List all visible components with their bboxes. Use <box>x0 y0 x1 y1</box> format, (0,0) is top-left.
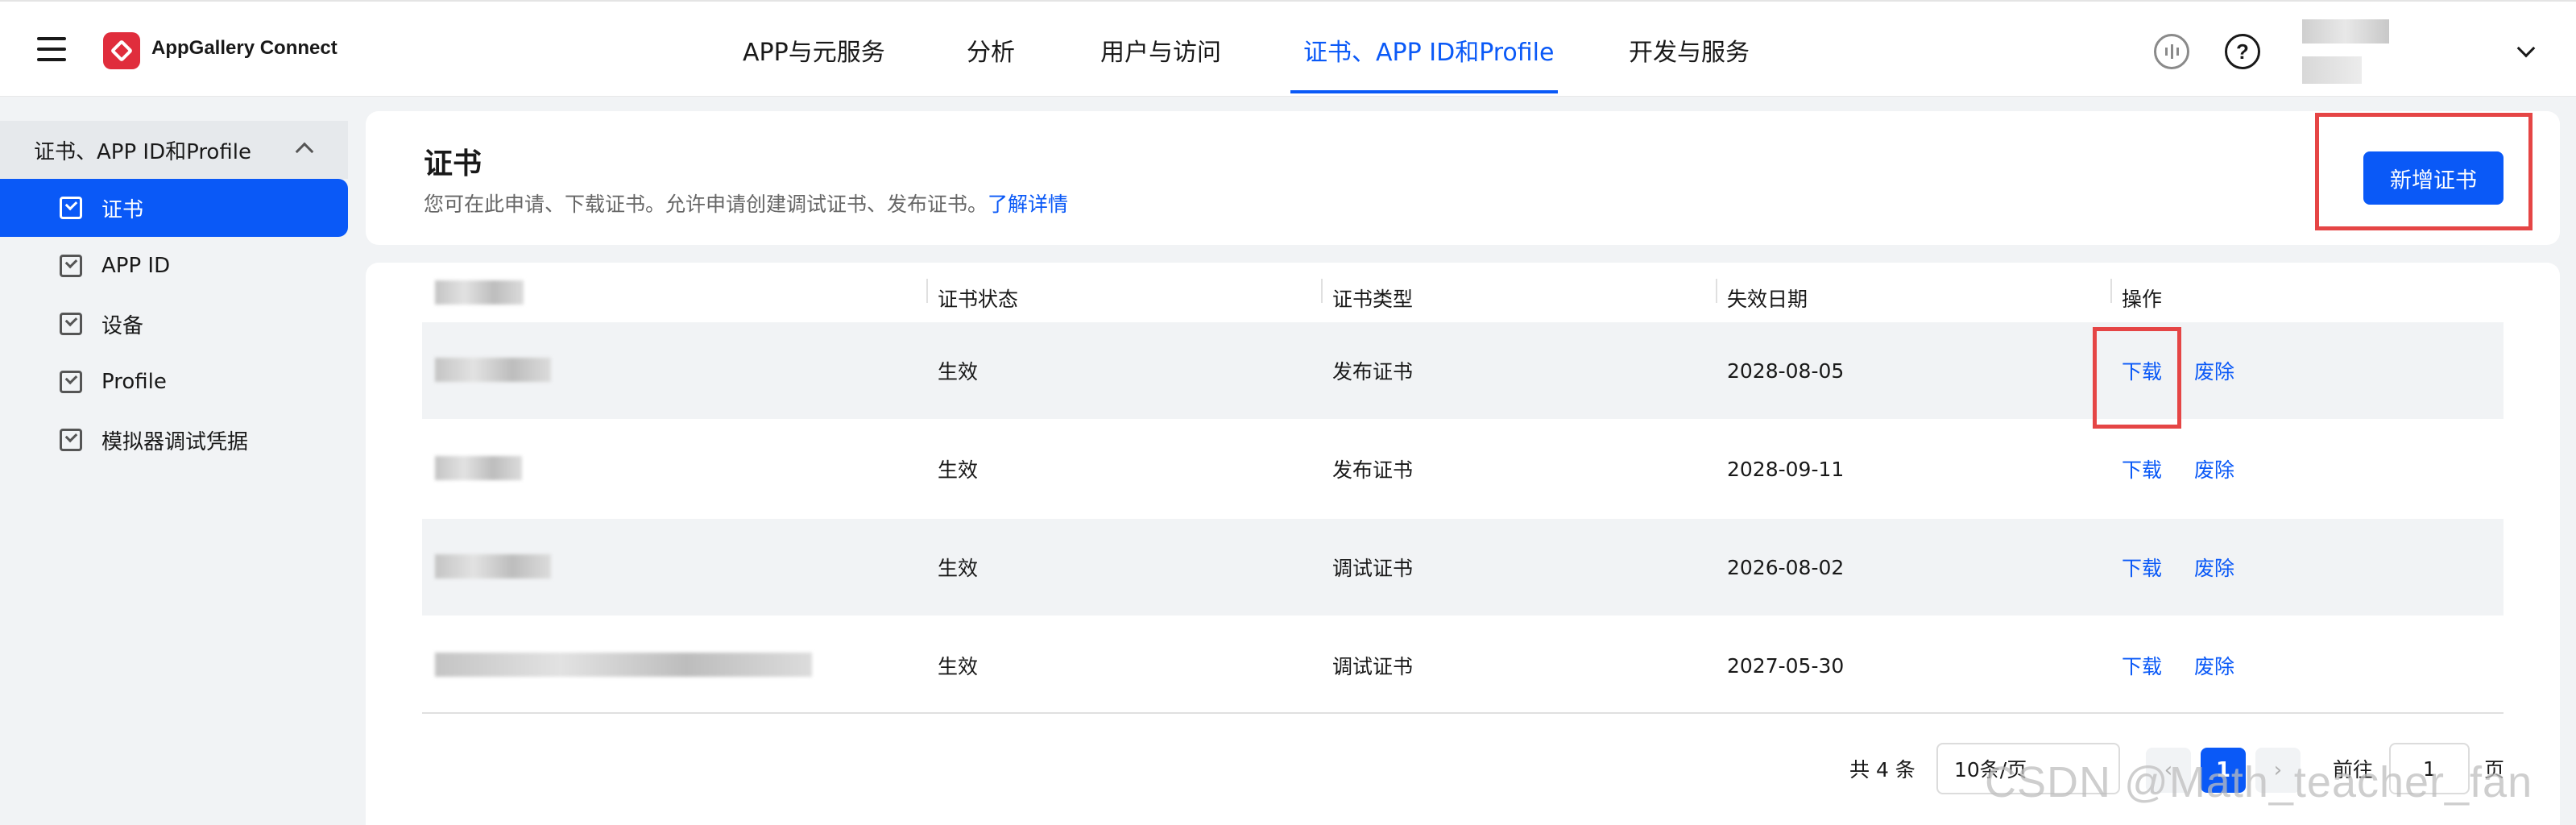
status-cell: 生效 <box>938 557 979 580</box>
column-header-status: 证书状态 <box>938 288 1019 311</box>
type-cell: 调试证书 <box>1332 655 1414 678</box>
download-link[interactable]: 下载 <box>2122 617 2162 714</box>
account-name-blurred[interactable] <box>2302 19 2389 44</box>
brand-name[interactable]: AppGallery Connect <box>151 37 338 60</box>
sidebar-item-label: 模拟器调试凭据 <box>101 429 249 454</box>
page-header-card: 证书 您可在此申请、下载证书。允许申请创建调试证书、发布证书。了解详情 新增证书 <box>366 111 2560 245</box>
status-cell: 生效 <box>938 458 979 482</box>
sidebar: 证书、APP ID和Profile 证书 APP ID 设备 Profile 模… <box>0 121 348 469</box>
certificate-name-blurred <box>435 653 812 677</box>
page-subtitle: 您可在此申请、下载证书。允许申请创建调试证书、发布证书。了解详情 <box>424 189 1068 218</box>
certificate-table: 证书状态 证书类型 失效日期 操作 生效 发布证书 2028-08-05 下载 … <box>366 263 2560 825</box>
help-icon[interactable]: ? <box>2225 34 2260 69</box>
type-cell: 调试证书 <box>1332 557 1414 580</box>
profile-icon <box>60 371 82 393</box>
column-header-type: 证书类型 <box>1332 288 1414 311</box>
table-row: 生效 调试证书 2027-05-30 下载 废除 <box>422 617 2504 714</box>
message-icon[interactable] <box>2154 34 2189 69</box>
column-divider <box>2110 279 2112 303</box>
top-bar: AppGallery Connect APP与元服务 分析 用户与访问 证书、A… <box>0 0 2576 97</box>
account-id-blurred <box>2302 56 2362 84</box>
table-divider <box>422 712 2504 714</box>
column-divider <box>1716 279 1717 303</box>
revoke-link[interactable]: 废除 <box>2194 519 2234 616</box>
appgallery-logo-icon[interactable] <box>103 32 140 69</box>
revoke-link[interactable]: 废除 <box>2194 322 2234 419</box>
column-header-actions: 操作 <box>2122 288 2163 311</box>
page-title: 证书 <box>424 147 482 180</box>
nav-certificates[interactable]: 证书、APP ID和Profile <box>1303 2 1554 98</box>
chevron-up-icon[interactable] <box>295 142 314 161</box>
learn-more-link[interactable]: 了解详情 <box>988 193 1068 216</box>
column-header-blurred <box>435 280 524 305</box>
sidebar-item-emulator-credentials[interactable]: 模拟器调试凭据 <box>0 411 348 469</box>
sidebar-item-devices[interactable]: 设备 <box>0 295 348 353</box>
expiry-cell: 2026-08-02 <box>1727 555 1845 579</box>
download-link[interactable]: 下载 <box>2122 421 2162 517</box>
highlight-box <box>2315 113 2533 230</box>
sidebar-item-certificates[interactable]: 证书 <box>0 179 348 237</box>
certificate-name-blurred <box>435 554 551 578</box>
sidebar-item-label: 设备 <box>101 313 144 338</box>
menu-icon[interactable] <box>37 37 66 61</box>
revoke-link[interactable]: 废除 <box>2194 617 2234 714</box>
sidebar-group-certificates[interactable]: 证书、APP ID和Profile <box>0 121 348 179</box>
column-divider <box>926 279 928 303</box>
nav-users-access[interactable]: 用户与访问 <box>1100 2 1221 98</box>
sidebar-item-label: Profile <box>101 370 167 394</box>
sidebar-item-label: APP ID <box>101 254 171 278</box>
device-icon <box>60 313 82 335</box>
sidebar-group-label: 证书、APP ID和Profile <box>34 139 251 164</box>
column-divider <box>1321 279 1323 303</box>
highlight-box <box>2093 327 2181 429</box>
nav-active-indicator <box>1290 90 1558 93</box>
expiry-cell: 2028-09-11 <box>1727 457 1845 481</box>
type-cell: 发布证书 <box>1332 360 1414 383</box>
certificate-name-blurred <box>435 456 522 480</box>
revoke-link[interactable]: 废除 <box>2194 421 2234 517</box>
sidebar-item-profile[interactable]: Profile <box>0 353 348 411</box>
nav-analytics[interactable]: 分析 <box>967 2 1015 98</box>
nav-app-services[interactable]: APP与元服务 <box>743 2 885 98</box>
watermark: CSDN @Math_teacher_fan <box>1985 758 2533 806</box>
table-row: 生效 发布证书 2028-09-11 下载 废除 <box>422 421 2504 517</box>
expiry-cell: 2028-08-05 <box>1727 359 1845 383</box>
pagination-total: 共 4 条 <box>1849 758 1915 781</box>
status-cell: 生效 <box>938 360 979 383</box>
expiry-cell: 2027-05-30 <box>1727 653 1845 678</box>
column-header-expiry: 失效日期 <box>1727 288 1808 311</box>
table-row: 生效 调试证书 2026-08-02 下载 废除 <box>422 519 2504 616</box>
emulator-icon <box>60 429 82 451</box>
certificate-name-blurred <box>435 358 551 382</box>
page-subtitle-text: 您可在此申请、下载证书。允许申请创建调试证书、发布证书。 <box>424 193 988 216</box>
chevron-down-icon[interactable] <box>2516 39 2536 58</box>
status-cell: 生效 <box>938 655 979 678</box>
table-row: 生效 发布证书 2028-08-05 下载 废除 <box>422 322 2504 419</box>
type-cell: 发布证书 <box>1332 458 1414 482</box>
sidebar-item-app-id[interactable]: APP ID <box>0 237 348 295</box>
app-id-icon <box>60 255 82 277</box>
download-link[interactable]: 下载 <box>2122 519 2162 616</box>
certificate-icon <box>60 197 82 219</box>
sidebar-item-label: 证书 <box>101 197 144 222</box>
nav-dev-services[interactable]: 开发与服务 <box>1629 2 1750 98</box>
